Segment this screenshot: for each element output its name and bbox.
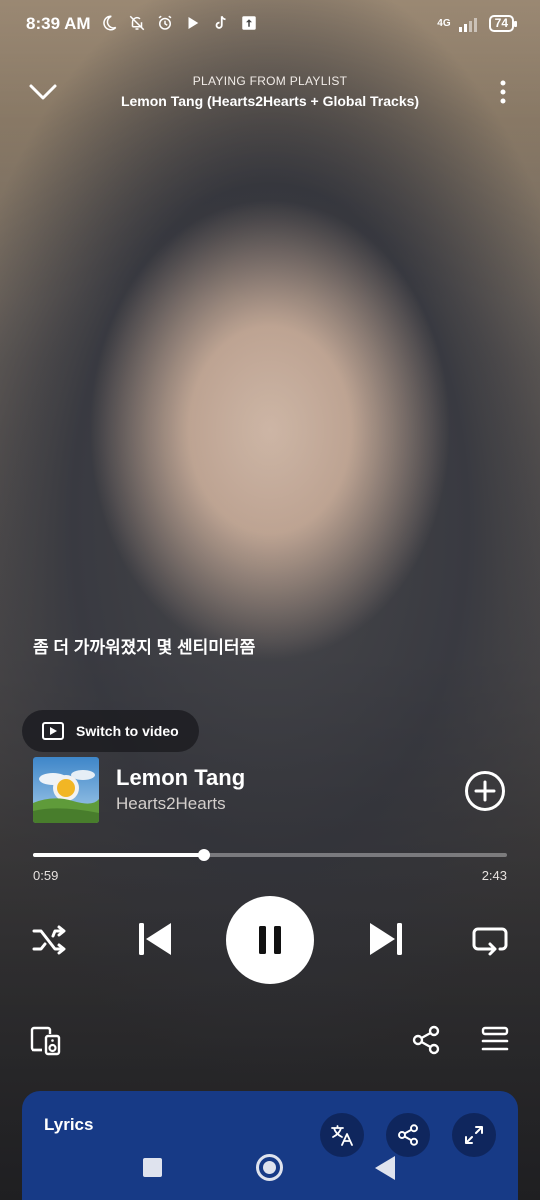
playing-from-label: PLAYING FROM PLAYLIST [192, 74, 348, 88]
network-type: 4G [437, 17, 451, 29]
shuffle-icon[interactable] [30, 922, 70, 958]
album-art-background [0, 0, 540, 1200]
upload-box-icon [242, 16, 256, 30]
more-options-icon[interactable] [498, 78, 508, 106]
seek-bar[interactable] [33, 849, 507, 861]
next-track-icon[interactable] [366, 918, 406, 960]
total-time: 2:43 [481, 868, 507, 883]
signal-icon [458, 17, 477, 32]
share-lyrics-button[interactable] [386, 1113, 430, 1157]
switch-to-video-button[interactable]: Switch to video [22, 710, 199, 752]
bell-off-icon [129, 15, 145, 31]
back-button[interactable] [375, 1156, 395, 1180]
lyric-preview-line[interactable]: 좀 더 가까워졌지 몇 센티미터쯤 [33, 633, 255, 658]
previous-track-icon[interactable] [135, 918, 175, 960]
video-play-icon [42, 722, 64, 740]
pause-icon [259, 926, 281, 954]
switch-to-video-label: Switch to video [76, 723, 179, 739]
track-artist[interactable]: Hearts2Hearts [116, 794, 226, 814]
status-notification-icons [100, 14, 258, 32]
home-button[interactable] [256, 1154, 283, 1181]
queue-icon[interactable] [480, 1024, 510, 1056]
play-store-icon [188, 17, 199, 29]
seek-bar-progress [33, 853, 204, 857]
chevron-down-icon[interactable] [26, 78, 60, 106]
lyrics-panel[interactable] [22, 1091, 518, 1200]
seek-bar-handle[interactable] [197, 849, 210, 861]
moon-icon [103, 15, 117, 31]
expand-icon [465, 1126, 483, 1144]
connect-device-icon[interactable] [30, 1024, 62, 1056]
tiktok-icon [215, 15, 226, 29]
translate-lyrics-button[interactable] [320, 1113, 364, 1157]
playlist-title[interactable]: Lemon Tang (Hearts2Hearts + Global Track… [60, 93, 480, 109]
elapsed-time: 0:59 [33, 868, 59, 883]
expand-lyrics-button[interactable] [452, 1113, 496, 1157]
status-time: 8:39 AM [26, 14, 91, 33]
repeat-icon[interactable] [470, 922, 510, 958]
now-playing-header: PLAYING FROM PLAYLIST Lemon Tang (Hearts… [60, 74, 480, 109]
status-right-cluster: 4G 74 [437, 15, 518, 32]
battery-indicator: 74 [488, 15, 518, 32]
add-to-library-icon[interactable] [464, 770, 506, 812]
lyrics-panel-title: Lyrics [44, 1115, 94, 1134]
recent-apps-button[interactable] [143, 1158, 162, 1177]
translate-icon [331, 1125, 353, 1146]
alarm-icon [158, 15, 172, 30]
share-icon [398, 1124, 418, 1146]
track-title[interactable]: Lemon Tang [116, 765, 245, 791]
share-icon[interactable] [410, 1024, 442, 1056]
pause-button[interactable] [226, 896, 314, 984]
track-artwork [33, 757, 99, 823]
